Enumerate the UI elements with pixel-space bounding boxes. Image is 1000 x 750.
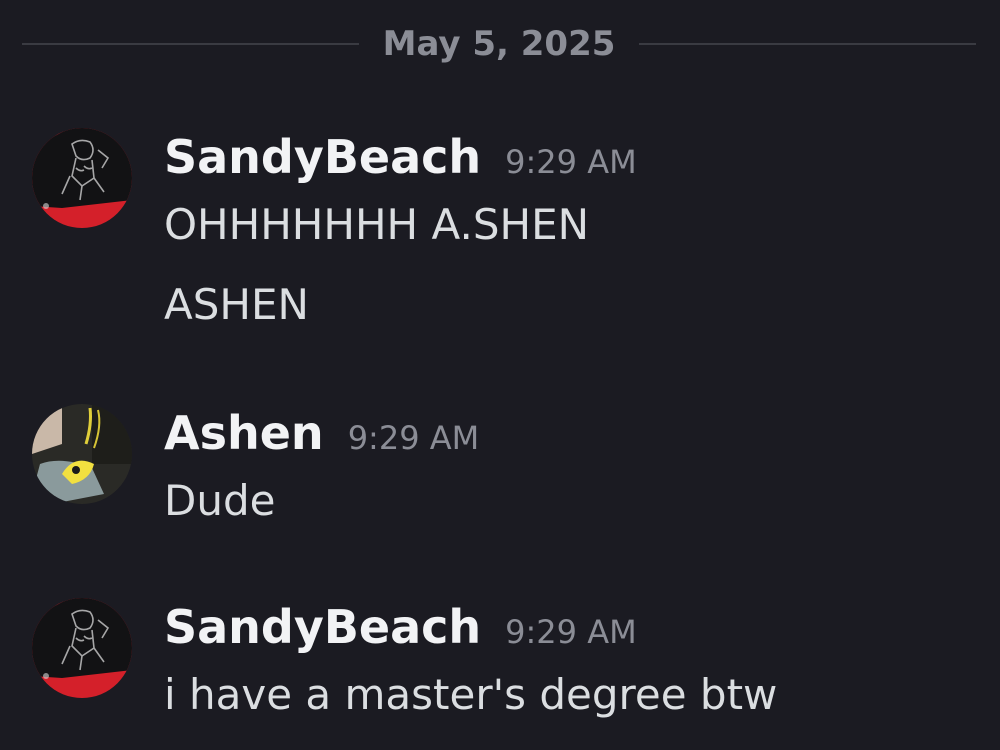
ashen-avatar[interactable] [32, 404, 132, 504]
message-text: i have a master's degree btw [164, 670, 778, 719]
timestamp: 9:29 AM [505, 143, 637, 181]
divider-line [22, 43, 359, 45]
chat-message-list: May 5, 2025 SandyBeach 9:29 AM OHHHHHHH … [0, 0, 1000, 750]
message-text: ASHEN [164, 280, 309, 329]
message-group[interactable]: Ashen 9:29 AM Dude [0, 404, 1000, 544]
timestamp: 9:29 AM [505, 613, 637, 651]
username[interactable]: SandyBeach [164, 600, 481, 654]
divider-line [639, 43, 976, 45]
message-header: SandyBeach 9:29 AM [164, 600, 637, 654]
message-header: Ashen 9:29 AM [164, 406, 479, 460]
sandybeach-avatar[interactable] [32, 128, 132, 228]
message-text: OHHHHHHH A.SHEN [164, 200, 590, 249]
message-group[interactable]: SandyBeach 9:29 AM i have a master's deg… [0, 598, 1000, 738]
date-label: May 5, 2025 [382, 24, 616, 64]
message-text: Dude [164, 476, 276, 525]
timestamp: 9:29 AM [347, 419, 480, 457]
sandybeach-avatar[interactable] [32, 598, 132, 698]
username[interactable]: SandyBeach [164, 130, 481, 184]
message-header: SandyBeach 9:29 AM [164, 130, 637, 184]
date-divider: May 5, 2025 [22, 22, 976, 66]
username[interactable]: Ashen [164, 406, 324, 460]
message-group[interactable]: SandyBeach 9:29 AM OHHHHHHH A.SHEN ASHEN [0, 128, 1000, 348]
